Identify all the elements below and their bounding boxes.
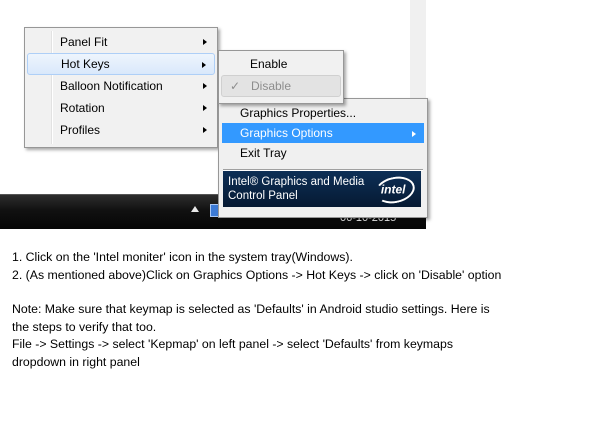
menu-item-hot-keys[interactable]: Hot Keys xyxy=(27,53,215,75)
note-line-4: dropdown in right panel xyxy=(12,354,140,369)
menu-item-label: Graphics Options xyxy=(240,126,333,140)
hotkeys-submenu: Enable ✓ Disable xyxy=(218,50,344,104)
menu-item-label: Hot Keys xyxy=(61,57,110,71)
submenu-arrow-icon xyxy=(203,83,207,89)
tray-arrow-icon[interactable] xyxy=(191,206,199,212)
intel-context-menu: Panel Fit Hot Keys Balloon Notification … xyxy=(24,27,218,148)
menu-item-disable[interactable]: ✓ Disable xyxy=(221,75,341,97)
menu-item-balloon-notification[interactable]: Balloon Notification xyxy=(27,75,215,97)
menu-item-exit-tray[interactable]: Exit Tray xyxy=(222,143,424,163)
submenu-arrow-icon xyxy=(203,105,207,111)
note-line-2: the steps to verify that too. xyxy=(12,319,157,334)
step-1: 1. Click on the 'Intel moniter' icon in … xyxy=(12,250,353,264)
menu-item-label: Disable xyxy=(251,79,292,93)
menu-item-graphics-properties[interactable]: Graphics Properties... xyxy=(222,103,424,123)
menu-item-panel-fit[interactable]: Panel Fit xyxy=(27,31,215,53)
menu-item-enable[interactable]: Enable xyxy=(221,53,341,75)
note-line-1: Note: Make sure that keymap is selected … xyxy=(12,302,490,316)
step-2: 2. (As mentioned above)Click on Graphics… xyxy=(12,267,502,282)
menu-item-label: Balloon Notification xyxy=(60,79,163,93)
tray-menu: Graphics Properties... Graphics Options … xyxy=(218,98,428,218)
menu-item-graphics-options[interactable]: Graphics Options xyxy=(222,123,424,143)
submenu-arrow-icon xyxy=(203,39,207,45)
menu-item-rotation[interactable]: Rotation xyxy=(27,97,215,119)
submenu-arrow-icon xyxy=(203,127,207,133)
intel-control-panel-banner[interactable]: Intel® Graphics and Media Control Panel … xyxy=(223,171,421,207)
submenu-arrow-icon xyxy=(412,131,416,137)
menu-item-label: Panel Fit xyxy=(60,35,108,49)
menu-item-label: Profiles xyxy=(60,123,101,137)
menu-item-label: Graphics Properties... xyxy=(240,106,357,120)
menu-item-profiles[interactable]: Profiles xyxy=(27,119,215,141)
menu-item-label: Enable xyxy=(250,57,288,71)
instructions: 1. Click on the 'Intel moniter' icon in … xyxy=(12,249,607,371)
menu-item-label: Exit Tray xyxy=(240,146,287,160)
submenu-arrow-icon xyxy=(202,62,206,68)
note-line-3: File -> Settings -> select 'Kepmap' on l… xyxy=(12,337,454,351)
menu-item-label: Rotation xyxy=(60,101,105,115)
checkmark-icon: ✓ xyxy=(230,79,241,93)
